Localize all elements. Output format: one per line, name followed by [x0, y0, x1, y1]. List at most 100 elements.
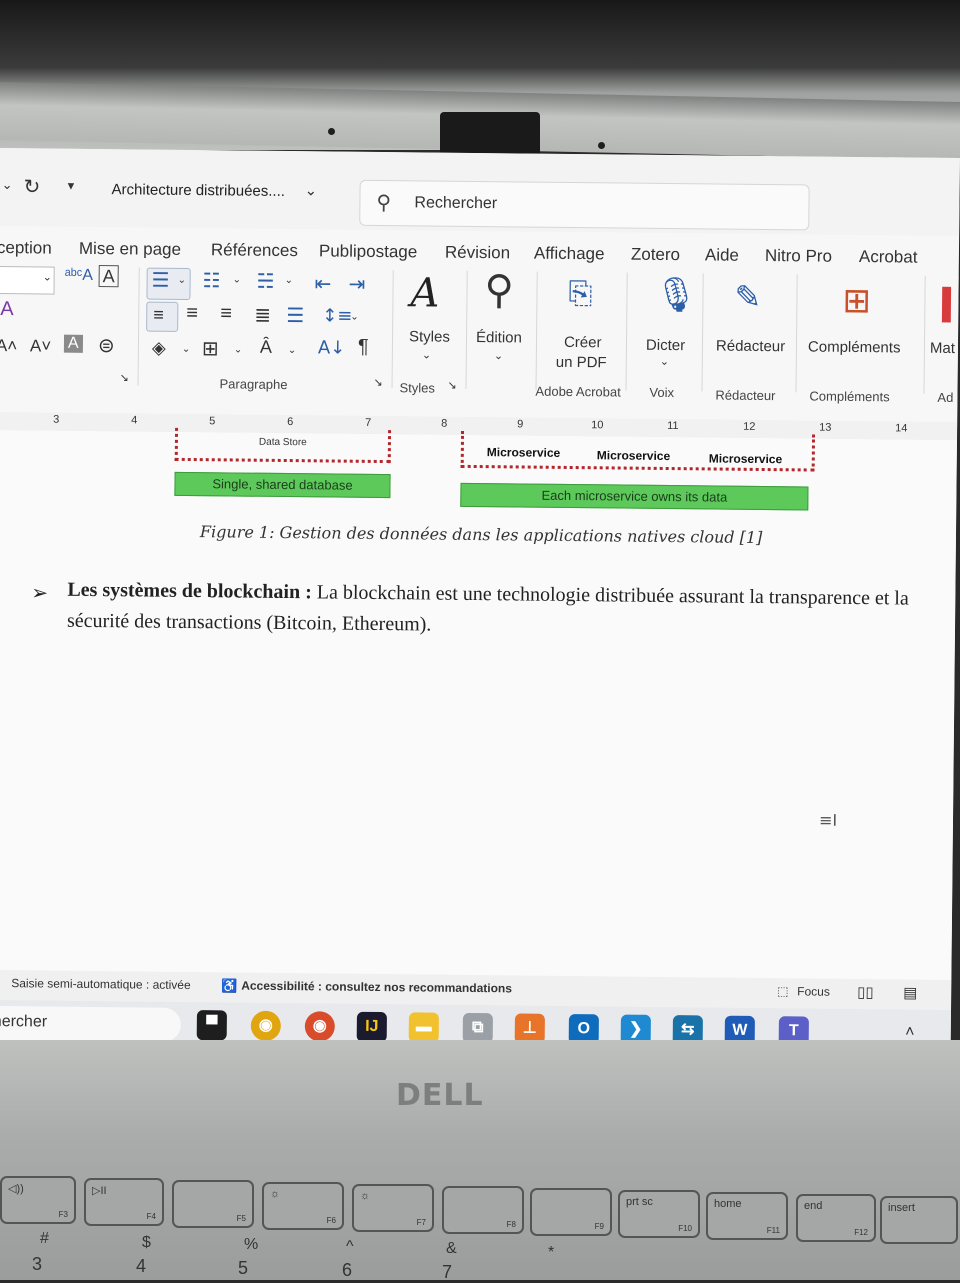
- ruler-number: 12: [743, 420, 756, 433]
- highlight-icon[interactable]: A: [63, 334, 83, 353]
- chevron-down-icon[interactable]: ⌄: [304, 181, 317, 199]
- separator: [625, 272, 628, 391]
- bullet-heading: Les systèmes de blockchain :: [67, 578, 312, 604]
- document-title[interactable]: Architecture distribuées....: [111, 181, 285, 200]
- dialog-launcher-icon[interactable]: ↘: [447, 379, 456, 392]
- chevron-down-icon[interactable]: ⌄: [2, 178, 13, 193]
- create-pdf-label-line2[interactable]: un PDF: [556, 354, 607, 372]
- styles-button-label[interactable]: Styles: [409, 328, 450, 345]
- chrome-canary-icon[interactable]: ◉: [304, 1011, 335, 1042]
- key-legend: 3: [32, 1254, 43, 1274]
- bullet-list-icon: ☰: [151, 267, 170, 292]
- microservice-label: Microservice: [708, 451, 783, 467]
- create-pdf-label[interactable]: Créer: [564, 334, 602, 351]
- autosave-status[interactable]: Saisie semi-automatique : activée: [11, 976, 191, 992]
- align-left-button[interactable]: ≡: [146, 301, 179, 332]
- ruler-number: 10: [591, 419, 604, 432]
- show-marks-icon[interactable]: ¶: [358, 336, 369, 359]
- chevron-down-icon[interactable]: ⌄: [234, 344, 243, 355]
- shading-icon[interactable]: ◈: [152, 338, 166, 359]
- justify-icon[interactable]: ≣: [254, 303, 271, 328]
- addins-label[interactable]: Compléments: [808, 338, 901, 356]
- tab-mise-en-page[interactable]: Mise en page: [79, 239, 181, 260]
- file-explorer-icon[interactable]: ▬: [408, 1012, 439, 1043]
- tab-affichage[interactable]: Affichage: [534, 244, 605, 265]
- grow-font-icon[interactable]: A˄: [0, 336, 17, 356]
- ruler-number: 7: [365, 416, 372, 429]
- styles-icon[interactable]: A: [410, 270, 439, 316]
- asian-layout-icon[interactable]: Ȃ: [260, 337, 272, 358]
- chevron-down-icon[interactable]: ⌄: [182, 344, 191, 355]
- chevron-down-icon[interactable]: ⌄: [350, 312, 359, 323]
- partial-icon[interactable]: ▍: [942, 288, 960, 323]
- shrink-font-icon[interactable]: A˅: [30, 336, 51, 356]
- redo-icon[interactable]: ↻: [23, 174, 40, 198]
- chevron-down-icon[interactable]: ⌄: [288, 345, 297, 356]
- dialog-launcher-icon[interactable]: ↘: [373, 376, 382, 389]
- decrease-indent-icon[interactable]: ⇤: [314, 271, 331, 295]
- dictate-label[interactable]: Dicter: [646, 337, 685, 354]
- editor-label[interactable]: Rédacteur: [716, 338, 785, 356]
- increase-indent-icon[interactable]: ⇥: [348, 272, 365, 296]
- tab-publipostage[interactable]: Publipostage: [319, 241, 418, 262]
- chevron-down-icon[interactable]: ⌄: [285, 275, 294, 286]
- taskbar-search[interactable]: hercher: [0, 1005, 182, 1042]
- separator: [795, 274, 798, 393]
- key-legend: %: [244, 1236, 259, 1253]
- edition-button-label[interactable]: Édition: [476, 329, 522, 346]
- dialog-launcher-icon[interactable]: ↘: [120, 371, 129, 384]
- addins-grid-icon[interactable]: ⊞: [842, 281, 871, 321]
- clear-format-icon[interactable]: A: [98, 265, 119, 288]
- chevron-down-icon[interactable]: ⌄: [422, 348, 431, 361]
- chevron-down-icon[interactable]: ⌄: [494, 349, 503, 362]
- key-legend: 4: [136, 1256, 147, 1276]
- editor-pen-icon[interactable]: ✎: [734, 278, 761, 316]
- taskbar-search-text: hercher: [0, 1012, 48, 1031]
- title-bar: ⌄ ↻ ▾ Architecture distribuées.... ⌄ ⚲ R…: [0, 148, 960, 237]
- chevron-down-icon[interactable]: ⌄: [660, 355, 669, 368]
- line-spacing-icon[interactable]: ↕≡: [322, 305, 352, 326]
- chrome-icon[interactable]: ◉: [250, 1010, 281, 1041]
- focus-button[interactable]: Focus: [797, 984, 830, 998]
- customize-toolbar-icon[interactable]: ▾: [68, 179, 75, 194]
- tab-revision[interactable]: Révision: [445, 243, 510, 264]
- partial-button-label[interactable]: Mat: [930, 340, 955, 357]
- microphone-icon[interactable]: 🎙: [654, 275, 698, 315]
- microservice-label: Microservice: [596, 448, 671, 464]
- tab-acrobat[interactable]: Acrobat: [859, 247, 918, 268]
- align-right-icon[interactable]: ≡: [220, 302, 232, 325]
- spelling-case-icon[interactable]: ᵃᵇᶜA: [65, 267, 94, 285]
- text-effects-icon[interactable]: A: [0, 298, 14, 321]
- task-view-icon[interactable]: ▀: [196, 1010, 227, 1041]
- distributed-icon[interactable]: ☰: [286, 303, 304, 327]
- search-input[interactable]: ⚲ Rechercher: [359, 179, 810, 231]
- intellij-icon[interactable]: IJ: [356, 1011, 387, 1043]
- own-data-bar: Each microservice owns its data: [460, 482, 809, 511]
- paragraph[interactable]: Les systèmes de blockchain : La blockcha…: [67, 575, 918, 646]
- borders-icon[interactable]: ⊞: [202, 336, 219, 361]
- tab-conception[interactable]: ception: [0, 238, 52, 259]
- tab-zotero[interactable]: Zotero: [631, 245, 680, 266]
- accessibility-status[interactable]: Accessibilité : consultez nos recommanda…: [241, 979, 512, 996]
- chevron-down-icon[interactable]: ⌄: [233, 274, 242, 285]
- tab-nitro-pro[interactable]: Nitro Pro: [765, 246, 832, 267]
- document-page[interactable]: Data Store Single, shared database Micro…: [0, 427, 957, 981]
- sort-icon[interactable]: A↓: [318, 337, 346, 358]
- ruler-number: 9: [517, 418, 524, 431]
- app-window-icon[interactable]: ⧉: [462, 1012, 493, 1044]
- key-f12: end F12: [796, 1194, 876, 1242]
- key-f11: home F11: [706, 1192, 788, 1240]
- pdf-icon[interactable]: ⎘: [568, 276, 592, 311]
- print-layout-icon[interactable]: ▤: [903, 984, 917, 1002]
- tab-aide[interactable]: Aide: [705, 245, 739, 265]
- multilevel-list-icon[interactable]: ☵: [256, 269, 274, 293]
- character-border-icon[interactable]: ⊜: [98, 333, 115, 358]
- read-mode-icon[interactable]: ▯▯: [857, 983, 874, 1001]
- tab-references[interactable]: Références: [211, 240, 298, 261]
- search-icon[interactable]: ⚲: [484, 267, 514, 313]
- align-center-icon[interactable]: ≡: [186, 302, 198, 325]
- numbered-list-icon[interactable]: ☷: [203, 268, 221, 292]
- bullet-list-button[interactable]: ☰ ⌄: [146, 267, 191, 301]
- group-label-voice: Voix: [649, 384, 675, 401]
- chevron-down-icon: ⌄: [42, 271, 52, 284]
